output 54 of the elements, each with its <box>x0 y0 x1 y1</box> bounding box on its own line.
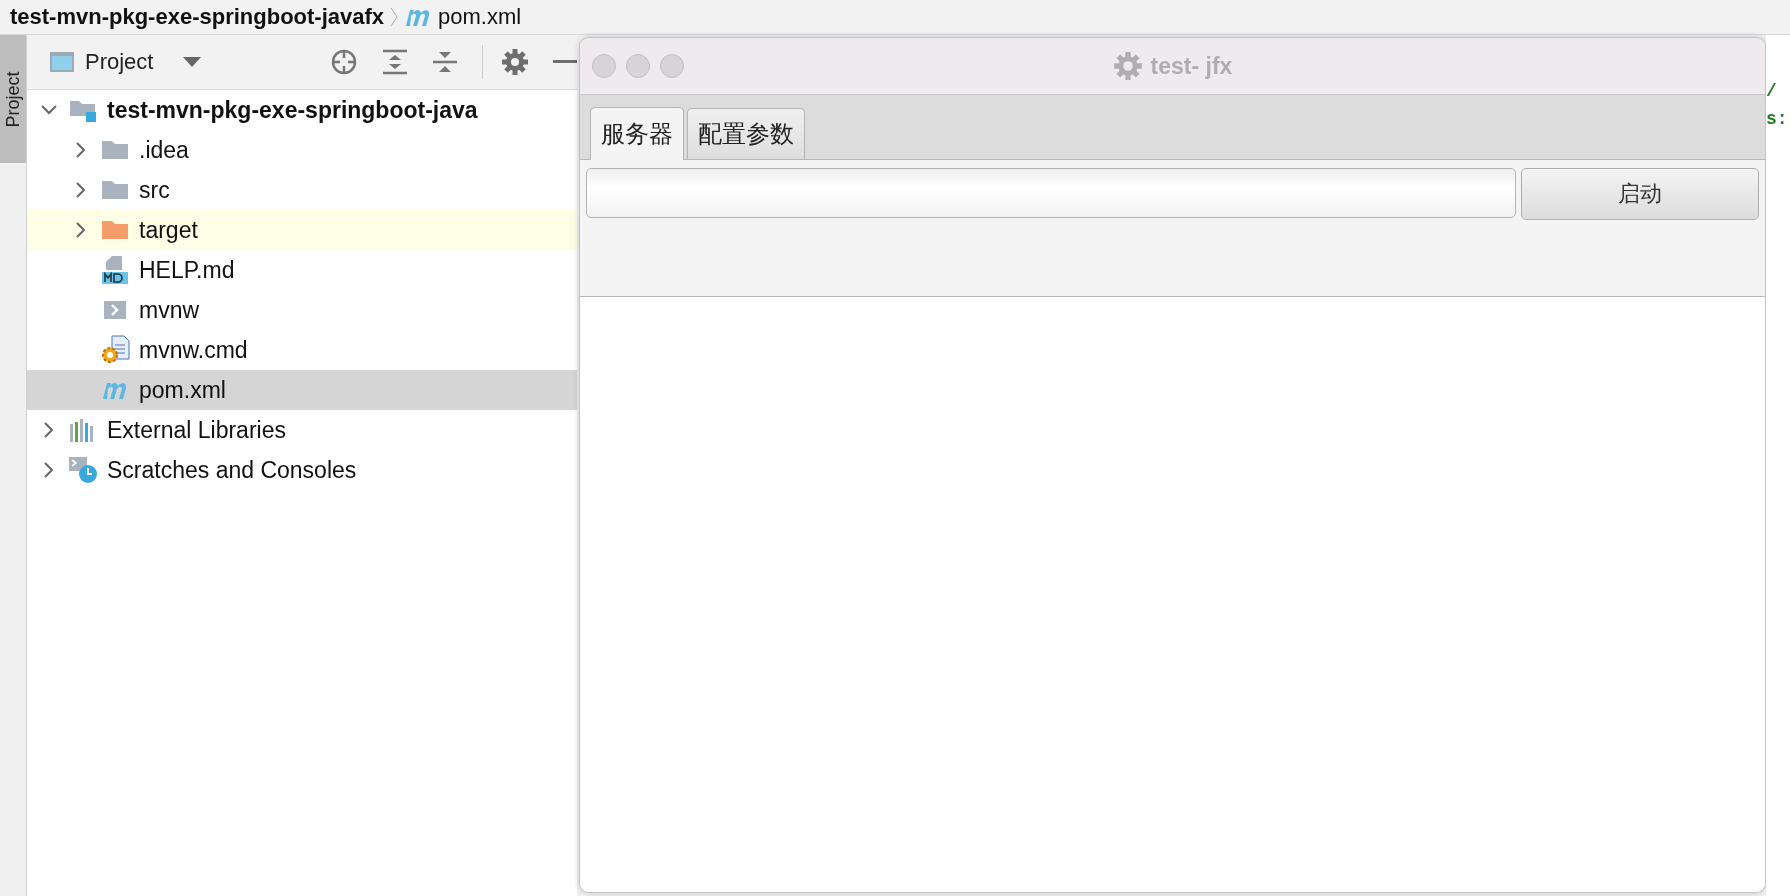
tab[interactable]: 配置参数 <box>687 108 805 159</box>
code-fragment: / <box>1766 81 1778 101</box>
tree-item[interactable]: External Libraries <box>27 410 577 450</box>
tree-item-label: target <box>139 216 198 244</box>
scratch-console-icon <box>68 456 98 484</box>
project-view-icon <box>49 51 75 73</box>
gear-icon <box>1112 51 1143 81</box>
tab[interactable]: 服务器 <box>590 107 684 160</box>
tree-item[interactable]: .idea <box>27 130 577 170</box>
breadcrumb-item[interactable]: test-mvn-pkg-exe-springboot-javafx <box>10 4 385 30</box>
tree-item[interactable]: Scratches and Consoles <box>27 450 577 490</box>
tree-item-label: src <box>139 176 170 204</box>
tree-item-label: mvnw <box>139 296 200 324</box>
tree-item[interactable]: pom.xml <box>27 370 577 410</box>
project-tool-tab[interactable]: Project <box>0 35 26 163</box>
input-field[interactable] <box>586 168 1516 218</box>
start-button[interactable]: 启动 <box>1521 168 1759 220</box>
panel-title[interactable]: Project <box>85 49 154 75</box>
tree-item-label: HELP.md <box>139 256 235 284</box>
tree-item-label: mvnw.cmd <box>139 336 248 364</box>
dropdown-caret-icon[interactable] <box>183 57 202 67</box>
tree-item-label: Scratches and Consoles <box>107 456 357 484</box>
expand-all-icon[interactable] <box>382 49 408 75</box>
terminal-file-icon <box>104 301 126 319</box>
tree-item[interactable]: mvnw.cmd <box>27 330 577 370</box>
chevron-down-icon[interactable] <box>40 104 58 116</box>
tree-item[interactable]: test-mvn-pkg-exe-springboot-java <box>27 90 577 130</box>
tree-item-label: External Libraries <box>107 416 286 444</box>
folder-icon <box>102 180 128 200</box>
tree-item-label: test-mvn-pkg-exe-springboot-java <box>107 96 478 124</box>
code-fragment: s: <box>1766 109 1789 129</box>
markdown-file-icon <box>102 256 128 284</box>
window-title: test- jfx <box>1150 52 1233 80</box>
gear-document-icon <box>100 335 130 365</box>
chevron-right-icon[interactable] <box>43 421 55 439</box>
crosshair-icon[interactable] <box>330 48 358 76</box>
tree-item[interactable]: HELP.md <box>27 250 577 290</box>
project-folder-icon <box>69 98 97 122</box>
settings-icon[interactable] <box>501 48 529 76</box>
folder-icon <box>102 220 128 240</box>
tree-item[interactable]: src <box>27 170 577 210</box>
minimize-icon[interactable] <box>553 60 577 64</box>
folder-icon <box>102 140 128 160</box>
collapse-all-icon[interactable] <box>432 49 458 75</box>
chevron-right-icon[interactable] <box>75 141 87 159</box>
chevron-right-icon[interactable] <box>43 461 55 479</box>
tree-item[interactable]: mvnw <box>27 290 577 330</box>
tree-item-label: .idea <box>139 136 189 164</box>
breadcrumb-item[interactable]: pom.xml <box>438 4 522 30</box>
tree-item[interactable]: target <box>27 210 577 250</box>
breadcrumb-separator-icon <box>390 7 399 27</box>
chevron-right-icon[interactable] <box>75 221 87 239</box>
chevron-right-icon[interactable] <box>75 181 87 199</box>
tree-item-label: pom.xml <box>139 376 226 404</box>
